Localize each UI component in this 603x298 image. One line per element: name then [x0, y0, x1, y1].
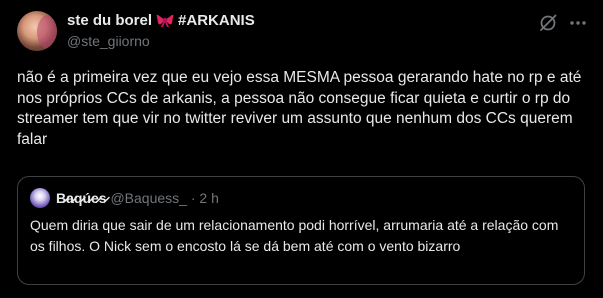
more-options-icon[interactable]	[568, 13, 588, 33]
quoted-author-name[interactable]: B̷a̷q̷ú̷e̷s̷	[56, 190, 107, 206]
quoted-author-row[interactable]: B̷a̷q̷ú̷e̷s̷ @Baquess_ · 2 h	[56, 190, 219, 206]
quoted-separator: ·	[190, 190, 196, 206]
author-handle[interactable]: @ste_giiorno	[67, 33, 150, 49]
tweet-text: não é a primeira vez que eu vejo essa ME…	[17, 69, 582, 148]
quoted-timestamp[interactable]: 2 h	[199, 190, 218, 206]
author-avatar[interactable]	[17, 11, 57, 51]
quoted-tweet-text: Quem diria que sair de um relacionamento…	[30, 217, 559, 254]
ribbon-bow-icon	[156, 13, 174, 27]
quoted-author-avatar[interactable]	[30, 188, 50, 208]
author-display-name[interactable]: ste du borel	[67, 12, 152, 29]
author-name-suffix: #ARKANIS	[178, 12, 255, 29]
grok-icon[interactable]	[538, 13, 558, 33]
tweet[interactable]: ste du borel #ARKANIS @ste_giiorno não é…	[0, 0, 603, 298]
author-name-row[interactable]: ste du borel #ARKANIS	[67, 12, 255, 29]
quoted-author-handle[interactable]: @Baquess_	[110, 190, 186, 206]
quoted-tweet[interactable]: B̷a̷q̷ú̷e̷s̷ @Baquess_ · 2 h Quem diria …	[17, 176, 585, 285]
